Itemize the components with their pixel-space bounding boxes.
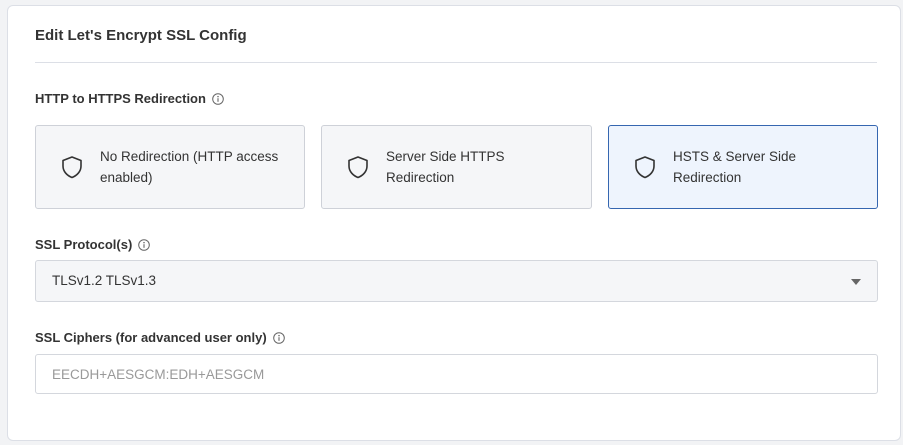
ciphers-label: SSL Ciphers (for advanced user only) — [35, 330, 267, 345]
redirection-label: HTTP to HTTPS Redirection — [35, 91, 206, 106]
option-label-line: HSTS & Server Side — [673, 149, 797, 164]
ciphers-input[interactable] — [35, 354, 878, 394]
option-label: No Redirection (HTTP access enabled) — [100, 146, 278, 188]
option-label: Server Side HTTPS Redirection — [386, 146, 505, 188]
redirection-label-row: HTTP to HTTPS Redirection — [35, 91, 224, 106]
option-label: HSTS & Server Side Redirection — [673, 146, 796, 188]
option-no-redirection[interactable]: No Redirection (HTTP access enabled) — [35, 125, 305, 209]
protocols-select[interactable]: TLSv1.2 TLSv1.3 — [35, 260, 878, 302]
option-label-line: Redirection — [673, 170, 742, 185]
option-label-line: Redirection — [386, 170, 455, 185]
option-server-side-https[interactable]: Server Side HTTPS Redirection — [321, 125, 592, 209]
info-icon[interactable] — [212, 92, 224, 105]
info-icon[interactable] — [272, 331, 285, 344]
protocols-select-value: TLSv1.2 TLSv1.3 — [52, 273, 157, 288]
ssl-config-card: Edit Let's Encrypt SSL Config HTTP to HT… — [7, 5, 901, 441]
option-label-line: Server Side HTTPS — [386, 149, 505, 164]
shield-icon — [634, 155, 656, 179]
info-icon[interactable] — [138, 238, 151, 251]
shield-icon — [61, 155, 83, 179]
header-divider — [35, 62, 877, 63]
ciphers-label-row: SSL Ciphers (for advanced user only) — [35, 330, 285, 345]
shield-icon — [347, 155, 369, 179]
card-title: Edit Let's Encrypt SSL Config — [35, 27, 247, 44]
protocols-label-row: SSL Protocol(s) — [35, 237, 151, 252]
option-hsts-server-side[interactable]: HSTS & Server Side Redirection — [608, 125, 878, 209]
redirection-options: No Redirection (HTTP access enabled) Ser… — [35, 125, 878, 209]
option-label-line: No Redirection (HTTP access — [100, 149, 279, 164]
protocols-label: SSL Protocol(s) — [35, 237, 133, 252]
caret-down-icon — [851, 279, 861, 285]
option-label-line: enabled) — [100, 170, 153, 185]
